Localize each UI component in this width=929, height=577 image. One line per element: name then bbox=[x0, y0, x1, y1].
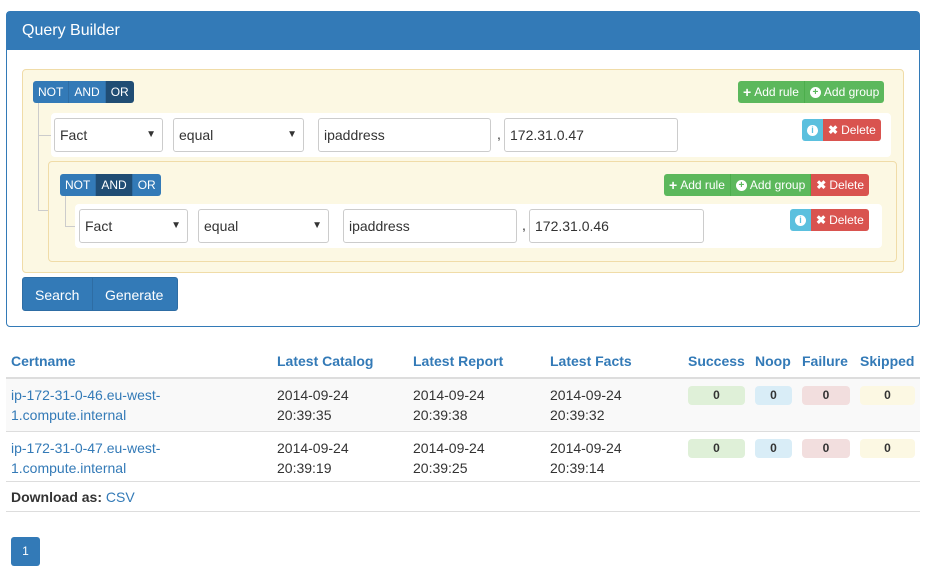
csv-download-link[interactable]: CSV bbox=[106, 489, 135, 505]
header-failure[interactable]: Failure bbox=[797, 345, 855, 379]
plus-icon: + bbox=[743, 84, 752, 100]
report-cell: 2014-09-24 20:39:25 bbox=[408, 431, 545, 484]
close-icon: ✖ bbox=[816, 213, 827, 227]
and-toggle[interactable]: AND bbox=[96, 174, 133, 196]
add-rule-label: Add rule bbox=[680, 178, 725, 192]
noop-badge: 0 bbox=[755, 386, 792, 405]
pagination-page-1[interactable]: 1 bbox=[11, 537, 40, 566]
add-group-label: Add group bbox=[749, 178, 806, 192]
success-badge: 0 bbox=[688, 439, 745, 458]
nodes-table: Certname Latest Catalog Latest Report La… bbox=[6, 345, 920, 484]
failure-badge: 0 bbox=[802, 386, 850, 405]
caret-down-icon: ▼ bbox=[312, 220, 322, 231]
or-toggle[interactable]: OR bbox=[105, 81, 134, 103]
add-group-button[interactable]: + Add group bbox=[730, 174, 812, 196]
certname-link[interactable]: ip-172-31-0-46.eu-west- 1.compute.interna… bbox=[11, 387, 160, 423]
add-rule-label: Add rule bbox=[754, 85, 799, 99]
separator: , bbox=[497, 126, 501, 142]
field-select[interactable]: Fact ▼ bbox=[79, 209, 188, 243]
operator-select[interactable]: equal ▼ bbox=[198, 209, 329, 243]
generate-button[interactable]: Generate bbox=[92, 277, 178, 311]
info-button[interactable]: i bbox=[790, 209, 811, 231]
skipped-badge: 0 bbox=[860, 439, 915, 458]
fact-value-input[interactable]: 172.31.0.47 bbox=[504, 118, 678, 152]
info-button[interactable]: i bbox=[802, 119, 823, 141]
catalog-cell: 2014-09-24 20:39:35 bbox=[272, 377, 408, 432]
caret-down-icon: ▼ bbox=[287, 129, 297, 140]
download-row: Download as: CSV bbox=[6, 481, 920, 512]
or-toggle[interactable]: OR bbox=[132, 174, 161, 196]
separator: , bbox=[522, 217, 526, 233]
delete-label: Delete bbox=[841, 123, 876, 137]
noop-badge: 0 bbox=[755, 439, 792, 458]
certname-link[interactable]: ip-172-31-0-47.eu-west- 1.compute.interna… bbox=[11, 440, 160, 476]
outer-condition-toggle: NOT AND OR bbox=[33, 81, 134, 103]
outer-rule-group: NOT AND OR + Add rule + Add group Fact ▼ eq… bbox=[22, 69, 904, 273]
fact-name-input[interactable]: ipaddress bbox=[343, 209, 517, 243]
download-label: Download as: bbox=[11, 489, 103, 505]
add-group-button[interactable]: + Add group bbox=[804, 81, 885, 103]
inner-condition-toggle: NOT AND OR bbox=[60, 174, 161, 196]
info-icon: i bbox=[807, 124, 818, 136]
header-certname[interactable]: Certname bbox=[6, 345, 272, 379]
header-success[interactable]: Success bbox=[683, 345, 750, 379]
header-latest-facts[interactable]: Latest Facts bbox=[545, 345, 683, 379]
operator-value: equal bbox=[179, 127, 214, 143]
header-noop[interactable]: Noop bbox=[750, 345, 797, 379]
search-button[interactable]: Search bbox=[22, 277, 93, 311]
field-value: Fact bbox=[60, 127, 88, 143]
inner-group-actions: + Add rule + Add group ✖ Delete bbox=[664, 174, 870, 196]
fact-value-input[interactable]: 172.31.0.46 bbox=[529, 209, 704, 243]
delete-rule-button[interactable]: ✖ Delete bbox=[823, 119, 881, 141]
panel-title: Query Builder bbox=[7, 12, 919, 50]
delete-label: Delete bbox=[829, 178, 865, 192]
plus-circle-icon: + bbox=[735, 179, 747, 191]
facts-cell: 2014-09-24 20:39:32 bbox=[545, 377, 683, 432]
add-group-label: Add group bbox=[823, 85, 880, 99]
tree-connector bbox=[38, 136, 48, 211]
and-toggle[interactable]: AND bbox=[69, 81, 106, 103]
success-badge: 0 bbox=[688, 386, 745, 405]
query-builder-panel: Query Builder NOT AND OR + Add rule + Add … bbox=[6, 11, 920, 327]
fact-name-input[interactable]: ipaddress bbox=[318, 118, 491, 152]
rule-row: Fact ▼ equal ▼ ipaddress , 172.31.0.46 i ✖… bbox=[75, 204, 882, 248]
add-rule-button[interactable]: + Add rule bbox=[738, 81, 805, 103]
field-value: Fact bbox=[85, 218, 113, 234]
table-header-row: Certname Latest Catalog Latest Report La… bbox=[6, 345, 920, 379]
inner-rule-group: NOT AND OR + Add rule + Add group ✖ Delete … bbox=[48, 161, 897, 262]
catalog-cell: 2014-09-24 20:39:19 bbox=[272, 431, 408, 484]
header-skipped[interactable]: Skipped bbox=[855, 345, 920, 379]
facts-cell: 2014-09-24 20:39:14 bbox=[545, 431, 683, 484]
rule-actions: i ✖ Delete bbox=[802, 119, 881, 141]
delete-rule-button[interactable]: ✖ Delete bbox=[811, 209, 869, 231]
caret-down-icon: ▼ bbox=[146, 129, 156, 140]
close-icon: ✖ bbox=[828, 123, 839, 137]
report-cell: 2014-09-24 20:39:38 bbox=[408, 377, 545, 432]
header-latest-report[interactable]: Latest Report bbox=[408, 345, 545, 379]
header-latest-catalog[interactable]: Latest Catalog bbox=[272, 345, 408, 379]
operator-value: equal bbox=[204, 218, 239, 234]
close-icon: ✖ bbox=[816, 178, 827, 192]
plus-circle-icon: + bbox=[809, 86, 821, 98]
add-rule-button[interactable]: + Add rule bbox=[664, 174, 731, 196]
caret-down-icon: ▼ bbox=[171, 220, 181, 231]
delete-label: Delete bbox=[829, 213, 864, 227]
not-toggle[interactable]: NOT bbox=[33, 81, 70, 103]
operator-select[interactable]: equal ▼ bbox=[173, 118, 304, 152]
info-icon: i bbox=[795, 214, 806, 226]
outer-group-actions: + Add rule + Add group bbox=[738, 81, 885, 103]
table-row: ip-172-31-0-47.eu-west- 1.compute.interna… bbox=[6, 431, 920, 484]
skipped-badge: 0 bbox=[860, 386, 915, 405]
field-select[interactable]: Fact ▼ bbox=[54, 118, 163, 152]
failure-badge: 0 bbox=[802, 439, 850, 458]
rule-row: Fact ▼ equal ▼ ipaddress , 172.31.0.47 i ✖… bbox=[51, 113, 891, 157]
plus-icon: + bbox=[669, 177, 678, 193]
table-row: ip-172-31-0-46.eu-west- 1.compute.interna… bbox=[6, 377, 920, 432]
not-toggle[interactable]: NOT bbox=[60, 174, 97, 196]
delete-group-button[interactable]: ✖ Delete bbox=[811, 174, 870, 196]
rule-actions: i ✖ Delete bbox=[790, 209, 869, 231]
